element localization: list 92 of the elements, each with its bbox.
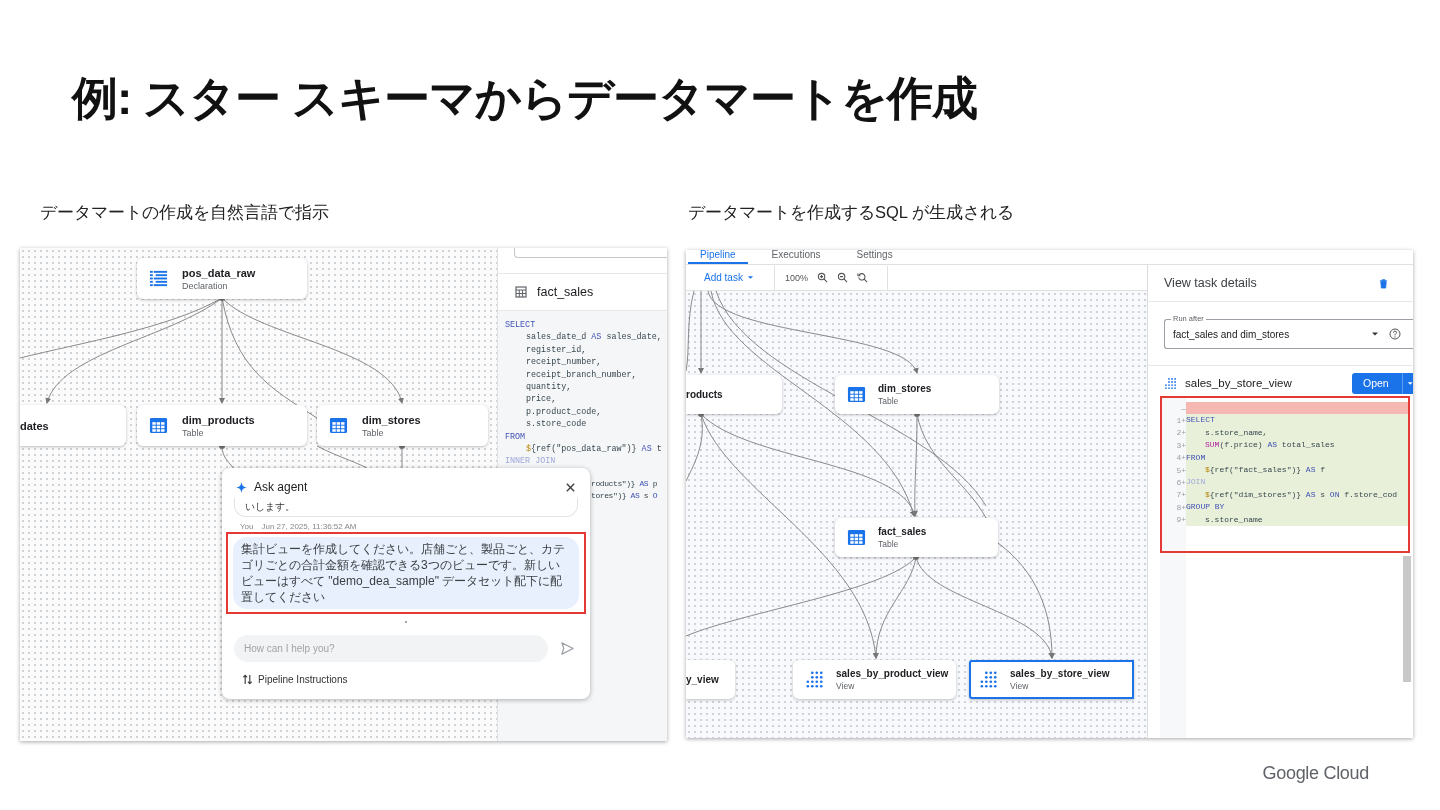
line-number: — [1180,403,1186,413]
tab[interactable]: Settings [844,250,905,264]
trash-icon[interactable] [1378,277,1389,289]
code-line: receipt_number, [525,356,602,369]
zoom-reset-icon[interactable] [856,272,868,283]
node-card[interactable]: sales_by_product_view View [793,660,956,699]
line-number: 3+ [1175,440,1186,450]
node-name: dim_stores [878,383,932,394]
zoom-out-icon[interactable] [836,272,848,283]
code-line: p.product_code, [525,405,602,419]
dot-grid-icon [1164,376,1177,390]
message-bubble: 集計ビューを作成してください。店舗ごと、製品ごと、カテゴリごとの合計金額を確認できる3つのビューです。新しいビューはすべて "demo_dea_sample" データセット配下に配置してください [233,537,579,609]
tab[interactable]: Executions [759,250,833,264]
node-card[interactable]: dim_stores Table [835,375,999,414]
line-number: 6+ [1175,478,1186,488]
node-card[interactable]: y_view [686,660,735,699]
node-type: Table [878,396,900,406]
table-icon [847,528,866,547]
list-icon [149,269,168,288]
node-name: pos_data_raw [182,266,256,279]
code-line: SELECT [505,319,536,332]
node-type: Declaration [182,280,229,291]
line-number: 1+ [1175,416,1186,426]
line-number: 2+ [1175,428,1186,438]
logo: Google Cloud [1262,763,1369,784]
line-number: 7+ [1175,490,1186,500]
code-line: register_id, [525,343,587,357]
timestamp: Jun 27, 2025, 11:36:52 AM [261,522,357,531]
code-line: tores")} AS s O [591,490,658,503]
node-card[interactable]: roducts [686,375,782,414]
node-name: dim_products [182,413,255,426]
code-line: ${ref("pos_data_raw")} AS t [525,443,662,456]
sparkle-icon [236,481,247,493]
code-line: price, [525,393,557,406]
node-card[interactable]: pos_data_raw Declaration [137,258,307,299]
node-type: View [1010,681,1030,691]
send-icon[interactable] [560,641,575,656]
line-number: 5+ [1175,465,1186,475]
open-split-button[interactable]: Open [1352,372,1413,394]
node-type: Table [878,539,900,549]
table-icon [149,416,168,435]
zoom-level: 100% [784,272,808,283]
help-icon[interactable] [1389,328,1401,340]
code-line: FROM [505,430,526,444]
popup-title: Ask agent [254,480,308,494]
node-card[interactable]: dim_stores Table [317,405,488,446]
line-number: 9+ [1175,515,1186,525]
zoom-in-icon[interactable] [816,272,828,283]
panel-title: View task details [1164,276,1257,290]
select-value: fact_sales and dim_stores [1173,328,1290,340]
node-type: Table [362,427,385,438]
node-name: dim_stores [362,413,421,426]
dot-grid-icon [805,670,824,689]
node-name: dates [20,419,49,432]
table-icon [847,385,866,404]
node-name: sales_by_product_view [836,668,949,679]
slide-title: 例: スター スキーマからデータマートを作成 [70,71,978,126]
node-type: View [836,681,856,691]
line-number: 8+ [1175,502,1186,512]
search-field[interactable] [514,248,667,258]
calculator-icon [515,286,527,298]
message-text: いします。 [245,500,295,514]
file-title: fact_sales [537,285,594,299]
caption: データマートを作成するSQL が生成される [687,202,1015,222]
line-number: 4+ [1175,453,1186,463]
node-name: y_view [686,674,719,685]
swap-arrows-icon [242,674,253,685]
code-line: sales_date_d AS sales_date, [525,331,662,344]
sender-name: You [240,522,254,531]
node-card[interactable]: sales_by_store_view View [969,660,1134,699]
caret-icon [1406,379,1413,387]
code-line: roducts")} AS p [591,477,658,490]
node-card[interactable]: dates [20,405,126,446]
code-line: s.store_code [525,418,587,431]
node-name: roducts [686,389,723,400]
close-icon[interactable] [565,481,576,493]
task-name: sales_by_store_view [1185,377,1292,389]
node-name: sales_by_store_view [1010,668,1110,679]
add-task-button[interactable]: Add task [686,266,764,289]
instructions-link[interactable]: Pipeline Instructions [242,674,348,685]
dot-grid-icon [979,670,998,689]
node-card[interactable]: fact_sales Table [835,518,998,557]
node-type: Table [182,427,205,438]
code-line: quantity, [525,381,572,394]
caret-icon [746,274,754,281]
code-line: receipt_branch_number, [525,368,637,382]
caption: データマートの作成を自然言語で指示 [39,202,330,222]
node-card[interactable]: dim_products Table [137,405,307,446]
node-name: fact_sales [878,526,927,537]
caret-icon [1371,330,1379,338]
table-icon [329,416,348,435]
code-line: INNER JOIN [505,455,556,468]
